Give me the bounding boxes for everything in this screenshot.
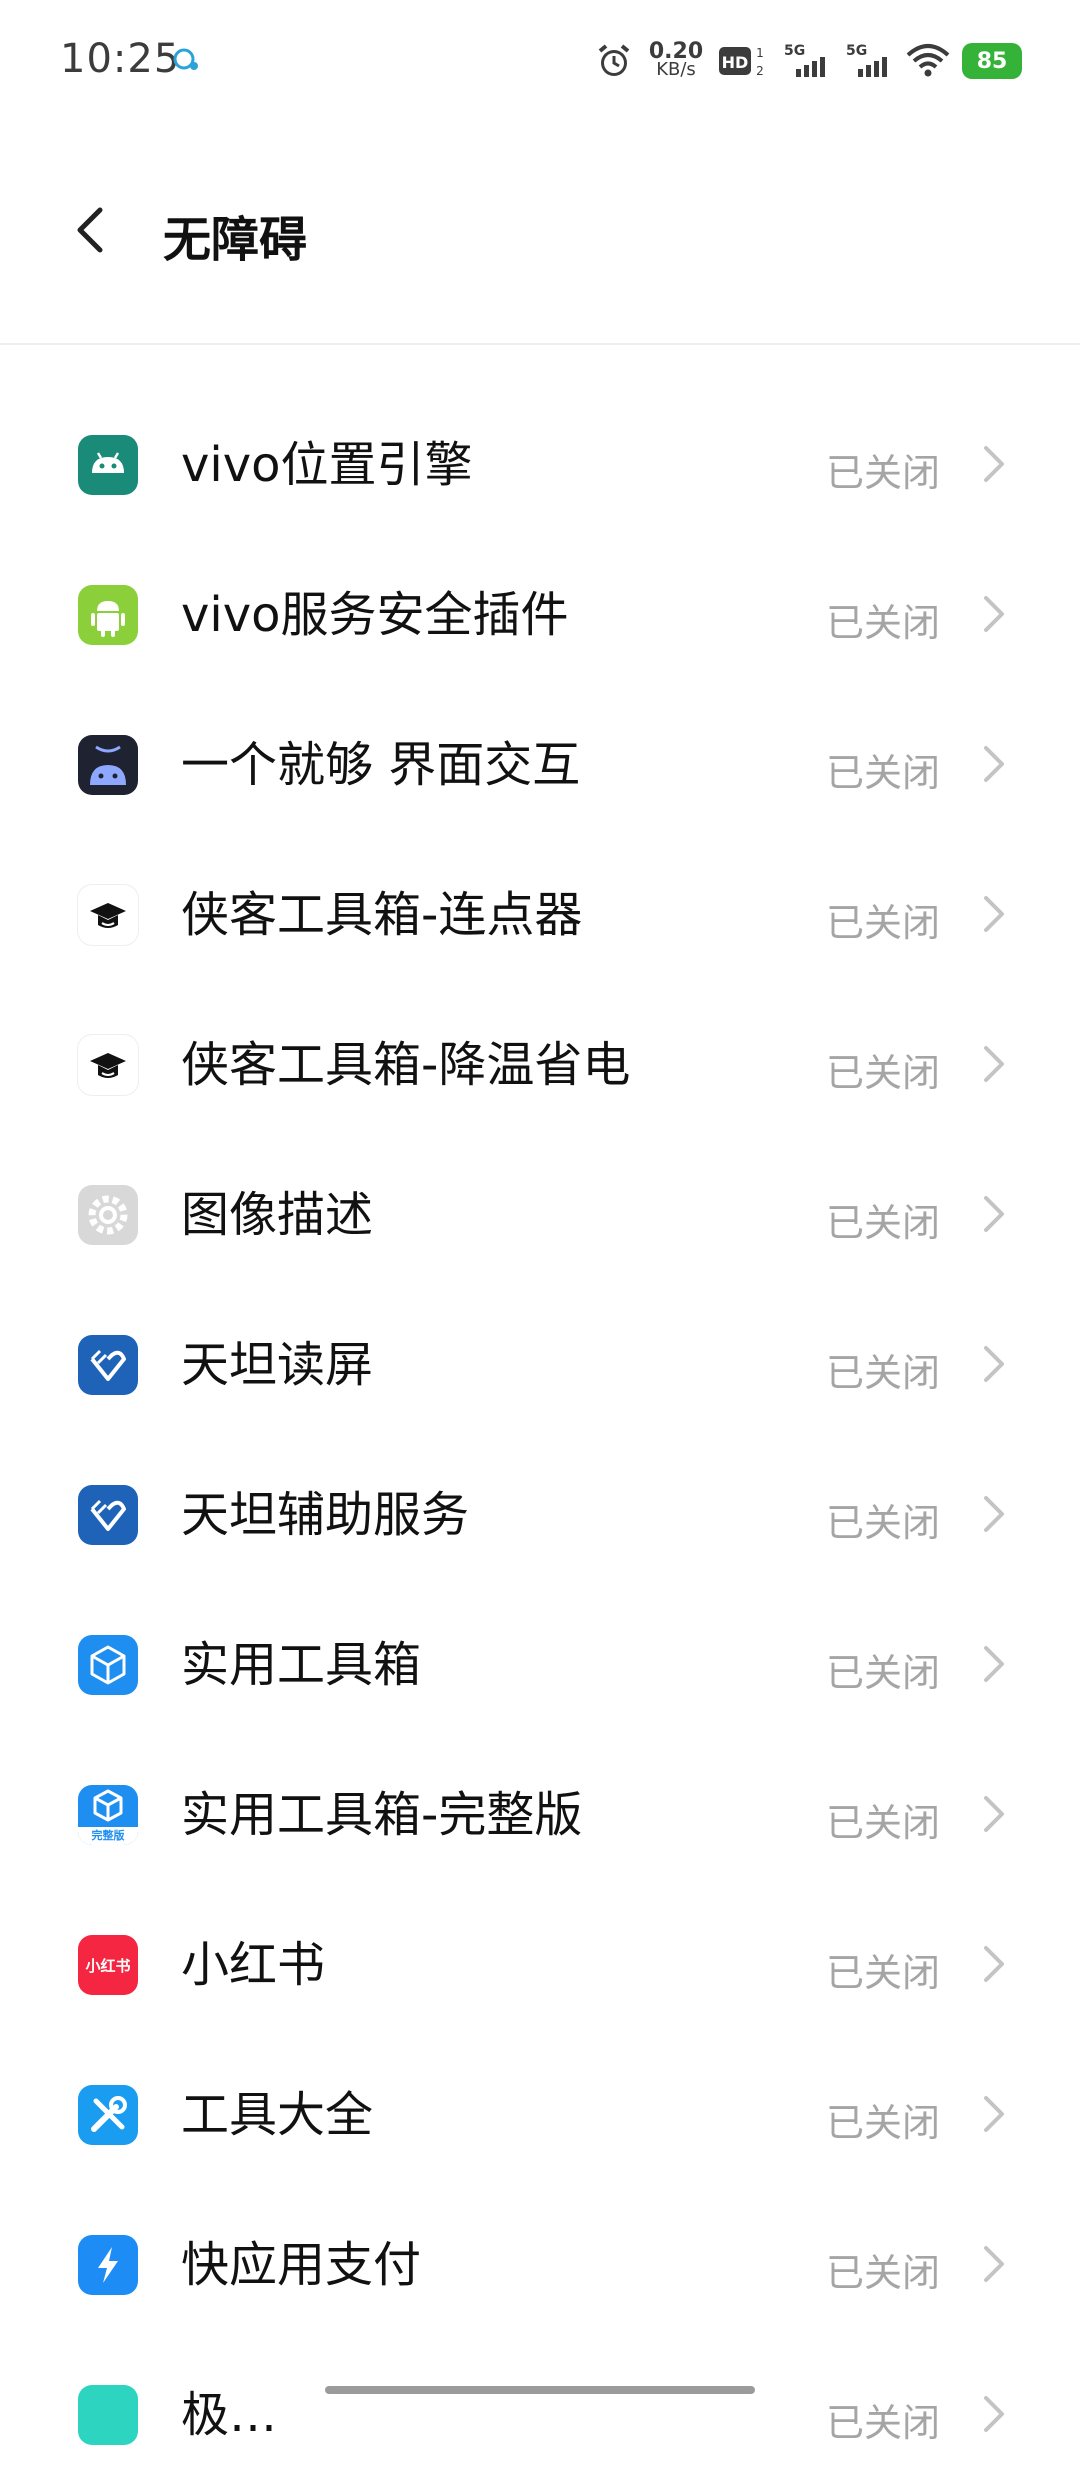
service-status: 已关闭 <box>825 2101 940 2145</box>
chevron-right-icon <box>984 2246 1004 2282</box>
net-speed: 0.20 KB/s <box>648 39 704 80</box>
chevron-right-icon <box>984 446 1004 482</box>
chevron-right-icon <box>984 1346 1004 1382</box>
heart-hand-icon <box>78 1485 138 1545</box>
battery-indicator: 85 <box>964 45 1020 77</box>
status-time: 10:25 <box>60 36 181 82</box>
app-label: 极… <box>181 2387 278 2443</box>
app-label: 快应用支付 <box>181 2237 422 2293</box>
android-icon <box>78 735 138 795</box>
gear-icon <box>78 1185 138 1245</box>
service-status: 已关闭 <box>825 1651 940 1695</box>
svg-text:5G: 5G <box>784 43 805 59</box>
status-right-group: 0.20 KB/s HD 1 2 5G 5G 85 <box>594 36 1020 86</box>
lightning-icon <box>78 2235 138 2295</box>
wifi-icon <box>906 44 950 77</box>
list-item[interactable]: vivo位置引擎 已关闭 <box>0 390 1080 540</box>
service-status: 已关闭 <box>825 1501 940 1545</box>
app-label: 侠客工具箱-连点器 <box>181 887 583 943</box>
service-status: 已关闭 <box>825 1051 940 1095</box>
service-status: 已关闭 <box>825 1801 940 1845</box>
chevron-right-icon <box>984 2096 1004 2132</box>
list-item[interactable]: vivo服务安全插件 已关闭 <box>0 540 1080 690</box>
app-label: 侠客工具箱-降温省电 <box>181 1037 631 1093</box>
chevron-right-icon <box>984 1946 1004 1982</box>
app-label: 小红书 <box>181 1937 326 1993</box>
chevron-right-icon <box>984 1046 1004 1082</box>
xiaohongshu-icon: 小红书 <box>78 1935 138 1995</box>
list-item[interactable]: 侠客工具箱-连点器 已关闭 <box>0 840 1080 990</box>
cube-icon <box>78 1635 138 1695</box>
list-item[interactable]: 图像描述 已关闭 <box>0 1140 1080 1290</box>
app-label: 图像描述 <box>181 1187 374 1243</box>
home-indicator[interactable] <box>325 2386 755 2394</box>
service-status: 已关闭 <box>825 751 940 795</box>
graduation-cap-icon <box>78 885 138 945</box>
list-item[interactable]: 天坦读屏 已关闭 <box>0 1290 1080 1440</box>
alarm-icon <box>598 44 630 76</box>
chevron-right-icon <box>984 1196 1004 1232</box>
chevron-right-icon <box>984 1496 1004 1532</box>
cube-icon: 完整版 <box>78 1785 138 1845</box>
chevron-right-icon <box>984 1646 1004 1682</box>
app-label: 天坦读屏 <box>181 1337 374 1393</box>
app-label: vivo服务安全插件 <box>181 587 569 643</box>
chevron-left-icon <box>77 207 103 253</box>
app-label: 工具大全 <box>181 2087 374 2143</box>
app-label: 天坦辅助服务 <box>181 1487 470 1543</box>
list-item[interactable]: 小红书 小红书 已关闭 <box>0 1890 1080 2040</box>
service-status: 已关闭 <box>825 901 940 945</box>
svg-text:HD: HD <box>722 53 749 72</box>
app-label: 实用工具箱-完整版 <box>181 1787 583 1843</box>
chevron-right-icon <box>984 896 1004 932</box>
graduation-cap-icon <box>78 1035 138 1095</box>
app-label: 实用工具箱 <box>181 1637 422 1693</box>
header-divider <box>0 343 1080 345</box>
page-header: 无障碍 <box>0 120 1080 345</box>
message-bubble-icon <box>173 48 198 70</box>
xiaohongshu-icon-text: 小红书 <box>85 1956 131 1975</box>
signal-5g-icon: 5G <box>784 43 825 77</box>
service-status: 已关闭 <box>825 2401 940 2445</box>
chevron-right-icon <box>984 2396 1004 2432</box>
page-title: 无障碍 <box>163 212 308 268</box>
chevron-right-icon <box>984 1796 1004 1832</box>
signal-5g-icon-2: 5G <box>846 43 887 77</box>
back-button[interactable] <box>60 190 120 270</box>
app-icon <box>78 2385 138 2445</box>
list-item[interactable]: 快应用支付 已关闭 <box>0 2190 1080 2340</box>
hd-icon: HD 1 2 <box>719 46 764 78</box>
chevron-right-icon <box>984 596 1004 632</box>
wrench-icon <box>78 2085 138 2145</box>
list-item[interactable]: 天坦辅助服务 已关闭 <box>0 1440 1080 1590</box>
list-item[interactable]: 侠客工具箱-降温省电 已关闭 <box>0 990 1080 1140</box>
service-status: 已关闭 <box>825 601 940 645</box>
heart-hand-icon <box>78 1335 138 1395</box>
list-item[interactable]: 极… 已关闭 <box>0 2340 1080 2490</box>
service-status: 已关闭 <box>825 2251 940 2295</box>
svg-text:1: 1 <box>756 46 764 60</box>
list-item[interactable]: 一个就够 界面交互 已关闭 <box>0 690 1080 840</box>
android-icon <box>78 435 138 495</box>
list-item[interactable]: 实用工具箱 已关闭 <box>0 1590 1080 1740</box>
service-status: 已关闭 <box>825 1351 940 1395</box>
service-status: 已关闭 <box>825 1951 940 1995</box>
android-icon <box>78 585 138 645</box>
chevron-right-icon <box>984 746 1004 782</box>
accessibility-service-list: vivo位置引擎 已关闭 vivo服务安全插件 已关闭 一个就够 界面交互 已关… <box>0 390 1080 2490</box>
service-status: 已关闭 <box>825 451 940 495</box>
list-item[interactable]: 工具大全 已关闭 <box>0 2040 1080 2190</box>
app-label: 一个就够 界面交互 <box>181 737 581 793</box>
service-status: 已关闭 <box>825 1201 940 1245</box>
full-version-badge: 完整版 <box>78 1827 138 1845</box>
status-bar: 10:25 0.20 KB/s HD 1 2 5G 5G 85 <box>0 0 1080 120</box>
svg-text:2: 2 <box>756 64 764 78</box>
svg-text:5G: 5G <box>846 43 867 59</box>
list-item[interactable]: 完整版 实用工具箱-完整版 已关闭 <box>0 1740 1080 1890</box>
app-label: vivo位置引擎 <box>181 437 473 493</box>
